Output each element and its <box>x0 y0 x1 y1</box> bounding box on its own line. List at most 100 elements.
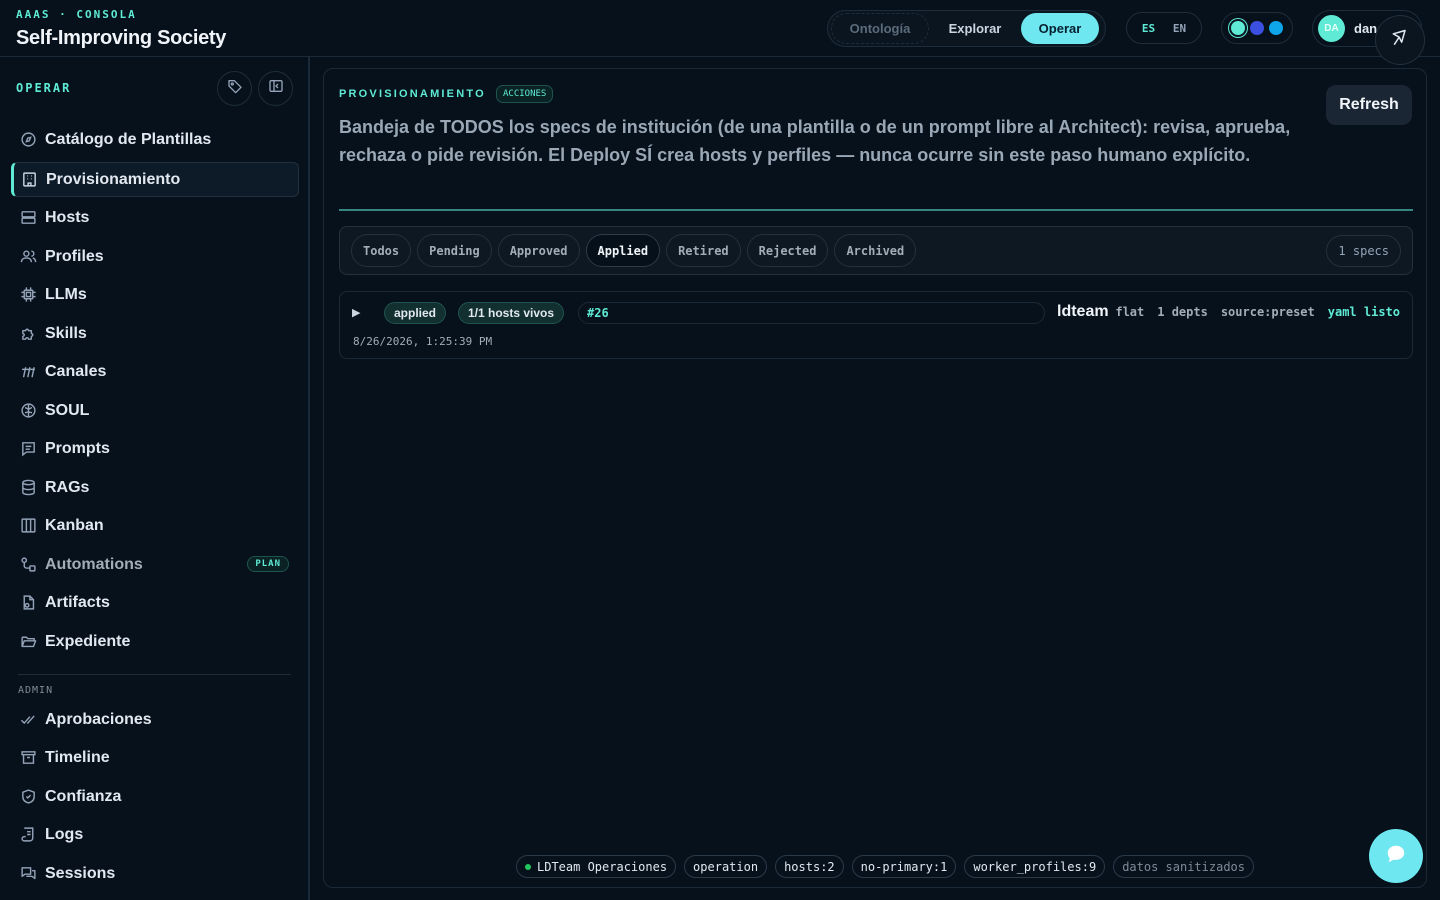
sidebar-item-automations[interactable]: Automations PLAN <box>11 547 299 582</box>
status-badge: applied <box>384 302 447 324</box>
mode-operar-button[interactable]: Operar <box>1021 13 1099 44</box>
sidebar-item-prompts[interactable]: Prompts <box>11 431 299 466</box>
hosts-chip: hosts:2 <box>775 855 844 878</box>
filter-rejected[interactable]: Rejected <box>746 234 829 267</box>
sidebar-item-label: Hosts <box>45 208 90 226</box>
server-icon <box>20 209 37 226</box>
sidebar-item-label: RAGs <box>45 478 90 496</box>
sidebar-item-timeline[interactable]: Timeline <box>11 740 299 775</box>
message-lines-icon <box>20 440 37 457</box>
sidebar-divider <box>18 674 291 675</box>
filter-applied[interactable]: Applied <box>585 234 661 267</box>
theme-sky-swatch[interactable] <box>1269 21 1283 35</box>
filter-retired[interactable]: Retired <box>666 234 741 267</box>
puzzle-icon <box>20 325 37 342</box>
lang-en-button[interactable]: EN <box>1173 22 1186 35</box>
section-divider <box>339 209 1413 211</box>
theme-teal-swatch[interactable] <box>1231 21 1245 35</box>
sidebar-item-sessions[interactable]: Sessions <box>11 856 299 891</box>
scroll-icon <box>20 826 37 843</box>
top-bar: AAAS · CONSOLA Self-Improving Society On… <box>0 0 1440 65</box>
sidebar-item-kanban[interactable]: Kanban <box>11 508 299 543</box>
collapse-sidebar-button[interactable] <box>258 71 293 106</box>
section-description: Bandeja de TODOS los specs de institució… <box>339 117 1291 165</box>
spec-date: 8/26/2026, 1:25:39 PM <box>353 335 493 348</box>
sidebar-item-label: Profiles <box>45 247 104 265</box>
spec-count: 1 specs <box>1326 235 1401 267</box>
spec-topology: flat <box>1115 305 1145 319</box>
section-eyebrow: PROVISIONAMIENTO <box>339 88 486 100</box>
theme-blue-swatch[interactable] <box>1250 21 1264 35</box>
sidebar-item-label: Sessions <box>45 864 116 882</box>
archive-icon <box>20 749 37 766</box>
spec-source: source:preset <box>1220 305 1315 319</box>
mode-ontologia-button[interactable]: Ontología <box>831 13 929 44</box>
plan-badge: PLAN <box>247 556 289 572</box>
filter-todos[interactable]: Todos <box>351 234 412 267</box>
sidebar-item-aprobaciones[interactable]: Aprobaciones <box>11 702 299 737</box>
admin-section-label: ADMIN <box>18 685 54 696</box>
no-primary-chip: no-primary:1 <box>851 855 957 878</box>
sidebar-item-soul[interactable]: SOUL <box>11 393 299 428</box>
database-icon <box>20 479 37 496</box>
spec-row[interactable]: ▶ applied 1/1 hosts vivos #26 ldteam fla… <box>339 291 1413 359</box>
sanitized-chip: datos sanitizados <box>1113 855 1255 878</box>
sidebar-item-rags[interactable]: RAGs <box>11 470 299 505</box>
double-check-icon <box>20 711 37 728</box>
filter-approved[interactable]: Approved <box>497 234 580 267</box>
folder-open-icon <box>20 633 37 650</box>
sidebar-item-profiles[interactable]: Profiles <box>11 239 299 274</box>
mode-explorar-button[interactable]: Explorar <box>929 13 1021 44</box>
tag-button[interactable] <box>217 71 252 106</box>
workflow-icon <box>20 556 37 573</box>
org-chip: LDTeam Operaciones <box>516 855 677 878</box>
brand-eyebrow: AAAS · CONSOLA <box>16 8 137 21</box>
sidebar-item-label: LLMs <box>45 285 87 303</box>
sidebar-item-catalogo[interactable]: Catálogo de Plantillas <box>11 122 299 157</box>
spec-yaml-status: yaml listo <box>1327 305 1400 319</box>
sidebar-item-provisionamiento[interactable]: Provisionamiento <box>11 162 299 197</box>
language-switch: ES EN <box>1126 12 1202 44</box>
sidebar-item-label: Artifacts <box>45 593 110 611</box>
building-icon <box>21 171 38 188</box>
chat-bubble-icon <box>1385 843 1407 870</box>
section-badge: ACCIONES <box>496 85 554 103</box>
sidebar-item-label: Automations <box>45 555 143 573</box>
sidebar-item-label: Provisionamiento <box>46 170 181 188</box>
filter-archived[interactable]: Archived <box>834 234 917 267</box>
sidebar-item-label: Kanban <box>45 516 104 534</box>
sidebar-item-hosts[interactable]: Hosts <box>11 200 299 235</box>
sidebar-item-label: Canales <box>45 362 107 380</box>
sidebar: OPERAR Catálogo de Plantillas Provisiona… <box>0 57 310 900</box>
spec-name: ldteam <box>1057 303 1109 320</box>
chat-button[interactable] <box>1369 829 1423 883</box>
spec-meta: flat 1 depts source:preset yaml listo <box>1115 305 1400 319</box>
sidebar-item-confianza[interactable]: Confianza <box>11 779 299 814</box>
sidebar-item-label: SOUL <box>45 401 90 419</box>
sidebar-section-label: OPERAR <box>16 81 72 95</box>
provisioning-panel: PROVISIONAMIENTO ACCIONES Bandeja de TOD… <box>323 68 1427 888</box>
users-icon <box>20 248 37 265</box>
org-chip-label: LDTeam Operaciones <box>537 859 668 874</box>
sidebar-item-artifacts[interactable]: Artifacts <box>11 585 299 620</box>
pin-button[interactable] <box>1375 15 1425 65</box>
sidebar-item-label: Confianza <box>45 787 122 805</box>
sidebar-item-label: Logs <box>45 825 84 843</box>
shield-check-icon <box>20 788 37 805</box>
sidebar-item-label: Catálogo de Plantillas <box>45 130 212 148</box>
sidebar-item-logs[interactable]: Logs <box>11 817 299 852</box>
sidebar-item-expediente[interactable]: Expediente <box>11 624 299 659</box>
expand-triangle-icon[interactable]: ▶ <box>352 306 360 319</box>
compass-icon <box>20 131 37 148</box>
sidebar-item-llms[interactable]: LLMs <box>11 277 299 312</box>
file-code-icon <box>20 594 37 611</box>
filter-pending[interactable]: Pending <box>417 234 492 267</box>
lang-es-button[interactable]: ES <box>1142 22 1155 35</box>
sidebar-item-canales[interactable]: Canales <box>11 354 299 389</box>
mode-switch: Ontología Explorar Operar <box>827 10 1106 47</box>
sidebar-item-label: Timeline <box>45 748 110 766</box>
refresh-button[interactable]: Refresh <box>1326 85 1412 125</box>
worker-profiles-chip: worker_profiles:9 <box>964 855 1106 878</box>
sidebar-item-skills[interactable]: Skills <box>11 316 299 351</box>
columns-icon <box>20 517 37 534</box>
